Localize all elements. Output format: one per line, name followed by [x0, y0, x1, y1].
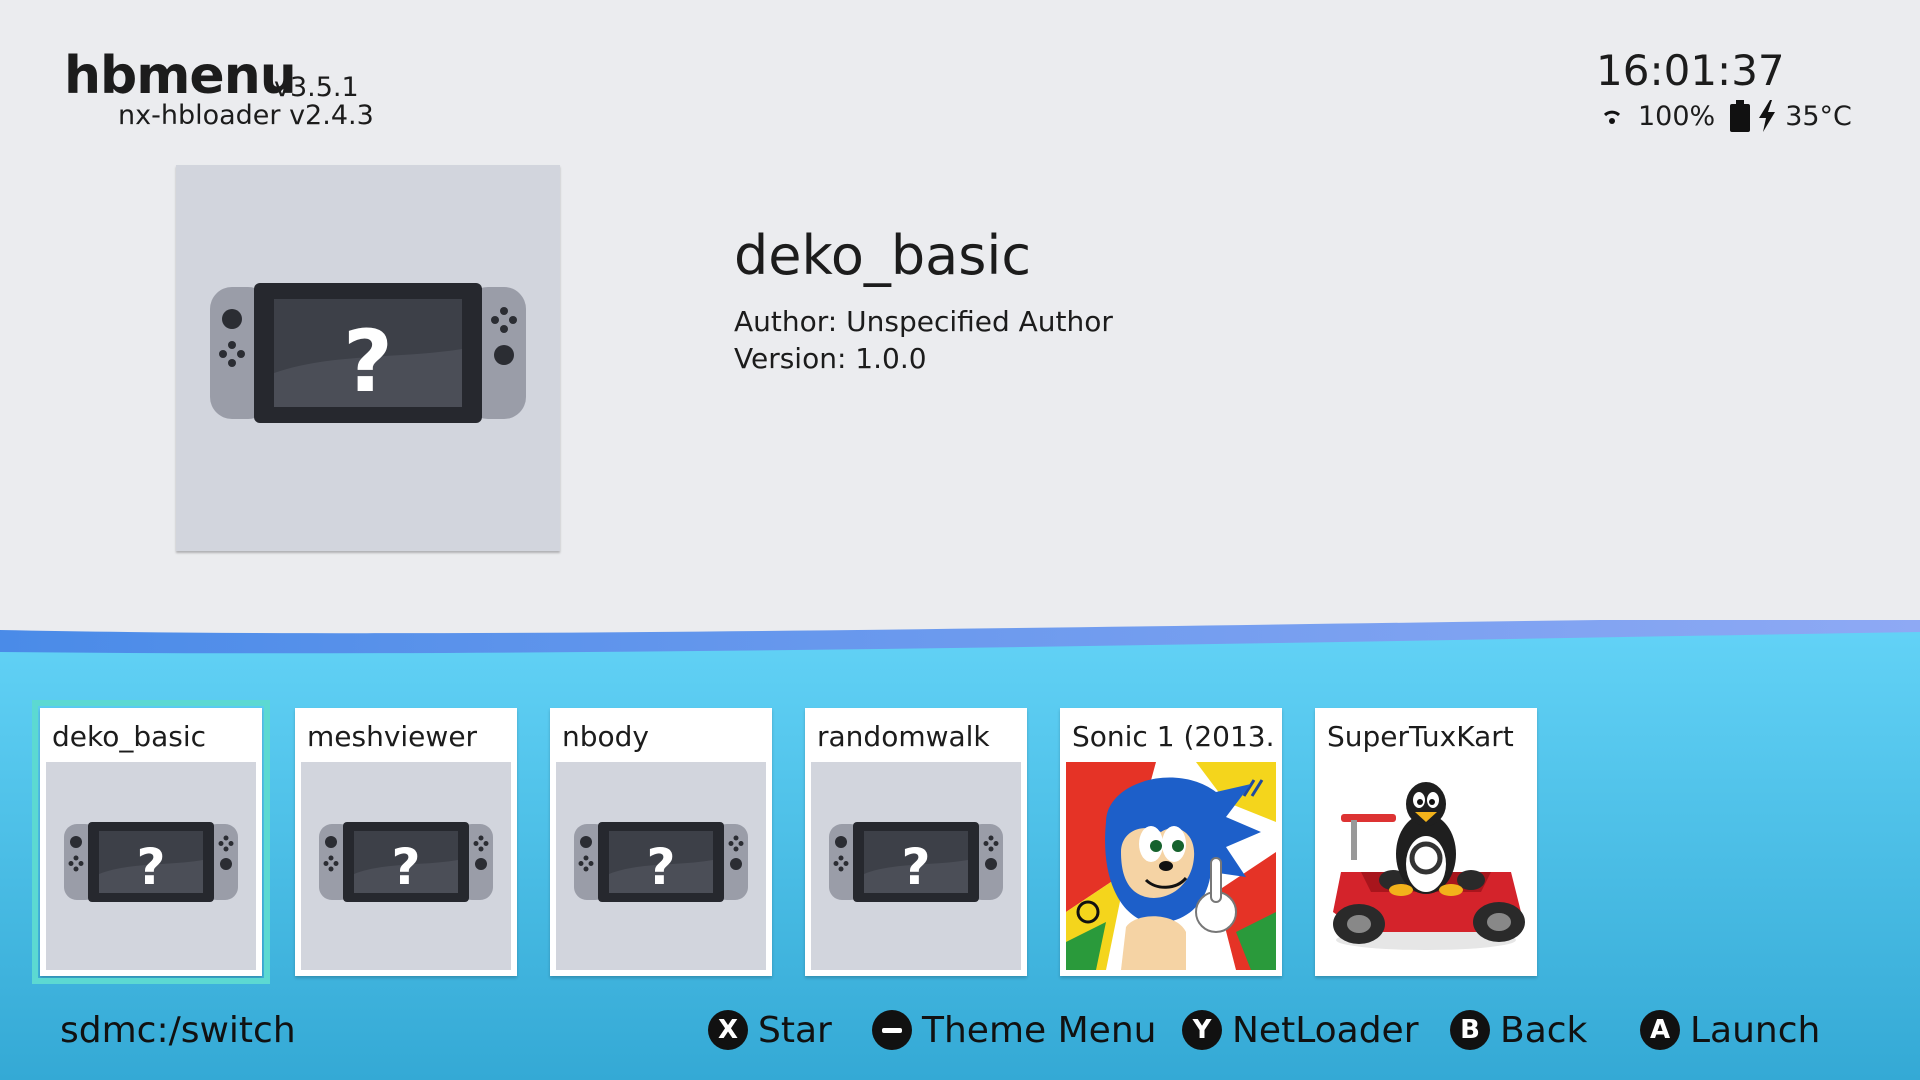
app-version: v3.5.1 — [274, 72, 359, 103]
tux-kart-artwork — [1321, 762, 1531, 970]
minus-button-icon — [872, 1010, 912, 1050]
a-button-icon: A — [1640, 1010, 1680, 1050]
hint-netloader[interactable]: Y NetLoader — [1182, 1008, 1419, 1052]
app-tile-label: deko_basic — [52, 720, 207, 753]
app-name: hbmenu — [64, 46, 297, 106]
svg-text:?: ? — [343, 312, 393, 412]
default-console-icon — [301, 762, 511, 970]
charging-icon — [1759, 100, 1776, 132]
hint-label: Back — [1500, 1009, 1588, 1051]
sonic-artwork — [1066, 762, 1276, 970]
temperature: 35°C — [1785, 100, 1852, 132]
app-tile-label: meshviewer — [307, 720, 478, 753]
hint-theme-menu[interactable]: Theme Menu — [872, 1008, 1156, 1052]
hint-label: Theme Menu — [922, 1009, 1157, 1051]
selected-app-version: Version: 1.0.0 — [734, 342, 927, 375]
app-tile-nbody[interactable]: nbody — [550, 708, 772, 976]
app-tile-deko-basic[interactable]: deko_basic — [32, 700, 270, 984]
default-console-icon: ? — [210, 283, 526, 423]
app-tile-supertuxkart[interactable]: SuperTuxKart — [1315, 708, 1537, 976]
hint-star[interactable]: X Star — [708, 1008, 832, 1052]
loader-version: nx-hbloader v2.4.3 — [118, 100, 374, 131]
app-tile-meshviewer[interactable]: meshviewer — [295, 708, 517, 976]
selected-app-icon: ? — [176, 165, 560, 551]
clock: 16:01:37 — [1596, 46, 1785, 95]
default-console-icon — [811, 762, 1021, 970]
app-tile-label: nbody — [562, 720, 649, 753]
app-tile-label: SuperTuxKart — [1327, 720, 1514, 753]
app-tile-sonic[interactable]: Sonic 1 (2013... — [1060, 708, 1282, 976]
selected-app-author: Author: Unspecified Author — [734, 305, 1113, 338]
app-tile-label: randomwalk — [817, 720, 990, 753]
b-button-icon: B — [1450, 1010, 1490, 1050]
default-console-icon — [556, 762, 766, 970]
hint-label: NetLoader — [1232, 1009, 1419, 1051]
default-console-icon — [46, 762, 256, 970]
app-tile-randomwalk[interactable]: randomwalk — [805, 708, 1027, 976]
status-bar: 100% 35°C — [1600, 98, 1852, 134]
hint-label: Launch — [1690, 1009, 1821, 1051]
x-button-icon: X — [708, 1010, 748, 1050]
hint-back[interactable]: B Back — [1450, 1008, 1587, 1052]
hint-label: Star — [758, 1009, 832, 1051]
battery-percent: 100% — [1638, 100, 1716, 132]
hint-launch[interactable]: A Launch — [1640, 1008, 1820, 1052]
current-path: sdmc:/switch — [60, 1010, 296, 1051]
y-button-icon: Y — [1182, 1010, 1222, 1050]
selected-app-title: deko_basic — [734, 224, 1032, 287]
battery-icon — [1730, 100, 1751, 132]
wifi-icon — [1603, 110, 1621, 124]
app-tile-label: Sonic 1 (2013... — [1072, 720, 1272, 753]
